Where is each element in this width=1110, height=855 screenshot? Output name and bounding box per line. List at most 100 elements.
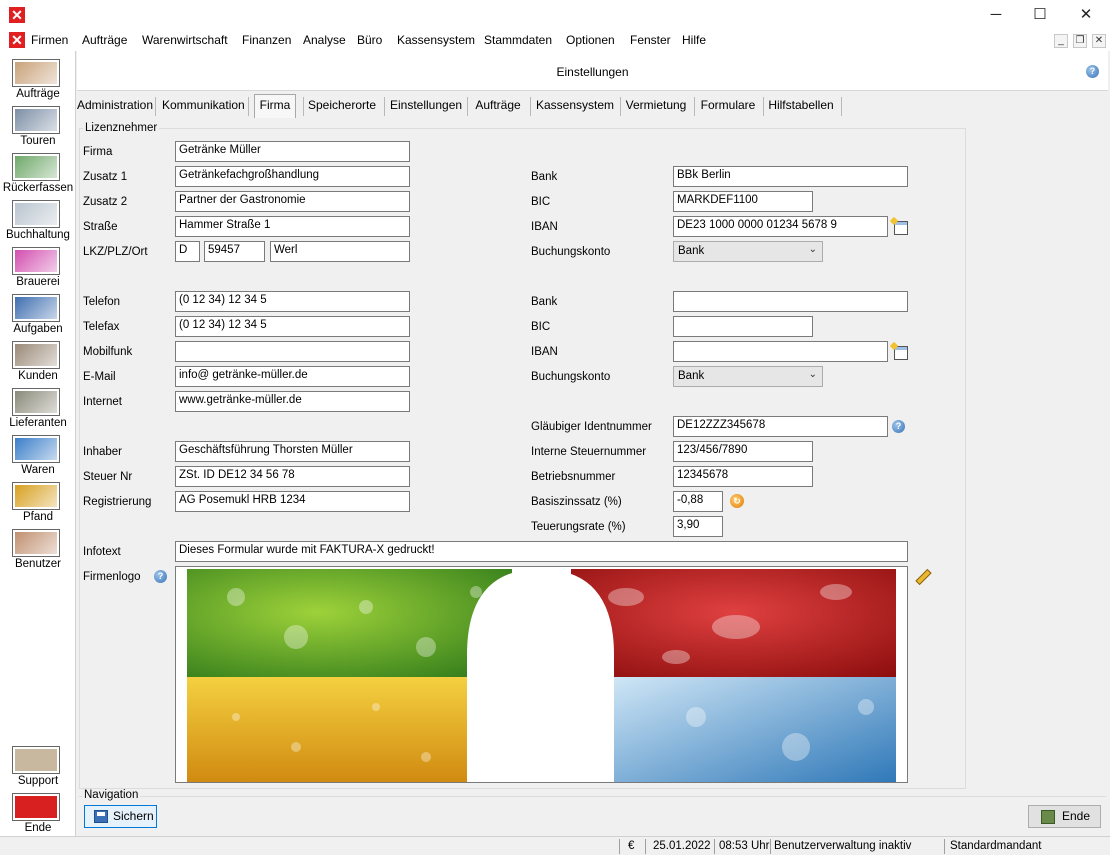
sidebar-item-ende[interactable]: Ende [0,790,76,836]
glaeubiger-help-icon[interactable]: ? [892,420,905,433]
betrieb-field[interactable]: 12345678 [673,466,813,487]
bic2-field[interactable] [673,316,813,337]
refresh-rate-icon[interactable]: ↻ [730,494,744,508]
menu-optionen[interactable]: Optionen [566,33,615,47]
goods-icon [12,435,60,463]
app-menu-icon[interactable]: ✕ [9,32,25,48]
sidebar-item-aufträge[interactable]: Aufträge [0,56,76,102]
zusatz1-field[interactable]: Getränkefachgroßhandlung [175,166,410,187]
sidebar-item-waren[interactable]: Waren [0,432,76,478]
tab-formulare[interactable]: Formulare [699,95,757,117]
sidebar-item-label: Benutzer [14,558,62,570]
tab-vermietung[interactable]: Vermietung [625,95,687,117]
iban1-field[interactable]: DE23 1000 0000 01234 5678 9 [673,216,888,237]
konto2-value: Bank [678,370,705,382]
sidebar-item-label: Touren [20,135,56,147]
save-button[interactable]: Sichern [84,805,157,828]
basis-field[interactable]: -0,88 [673,491,723,512]
mdi-close-button[interactable]: ✕ [1092,34,1106,48]
konto2-select[interactable]: Bank ⌄ [673,366,823,387]
sidebar-item-brauerei[interactable]: Brauerei [0,244,76,290]
ledger-magnifier-icon [12,200,60,228]
tab-administration[interactable]: Administration [77,95,153,117]
status-time: 08:53 Uhr [719,840,770,852]
registrierung-label: Registrierung [83,496,152,508]
status-divider [944,839,945,854]
bank2-field[interactable] [673,291,908,312]
sidebar-item-touren[interactable]: Touren [0,103,76,149]
edit-logo-pencil-icon[interactable] [914,567,930,583]
telefax-field[interactable]: (0 12 34) 12 34 5 [175,316,410,337]
tab-einstellungen[interactable]: Einstellungen [390,95,462,117]
steuernr-field[interactable]: 123/456/7890 [673,441,813,462]
internet-field[interactable]: www.getränke-müller.de [175,391,410,412]
tab-divider [763,97,764,116]
steuernr-label: Interne Steuernummer [531,446,647,458]
company-logo-image[interactable] [175,566,908,783]
tab-divider [620,97,621,116]
sidebar-item-rückerfassen[interactable]: Rückerfassen [0,150,76,196]
tab-divider [303,97,304,116]
ort-field[interactable]: Werl [270,241,410,262]
menu-auftraege[interactable]: Aufträge [82,33,127,47]
iban2-field[interactable] [673,341,888,362]
registrierung-field[interactable]: AG Posemukl HRB 1234 [175,491,410,512]
menu-hilfe[interactable]: Hilfe [682,33,706,47]
firma-field[interactable]: Getränke Müller [175,141,410,162]
brewery-icon [12,247,60,275]
bic1-field[interactable]: MARKDEF1100 [673,191,813,212]
sidebar-item-lieferanten[interactable]: Lieferanten [0,385,76,431]
logo-bottles-image [187,569,896,782]
tab-speicherorte[interactable]: Speicherorte [307,95,377,117]
inhaber-field[interactable]: Geschäftsführung Thorsten Müller [175,441,410,462]
help-icon[interactable]: ? [1086,65,1099,78]
maximize-button[interactable]: ☐ [1017,0,1063,30]
chevron-down-icon: ⌄ [808,244,817,255]
konto1-select[interactable]: Bank ⌄ [673,241,823,262]
end-button[interactable]: Ende [1028,805,1101,828]
menu-analyse[interactable]: Analyse [303,33,346,47]
tab-auftraege[interactable]: Aufträge [473,95,523,117]
status-currency: € [628,840,635,852]
tab-kassensystem[interactable]: Kassensystem [536,95,614,117]
strasse-field[interactable]: Hammer Straße 1 [175,216,410,237]
sidebar-item-aufgaben[interactable]: Aufgaben [0,291,76,337]
close-button[interactable]: ✕ [1063,0,1109,30]
menu-kassensystem[interactable]: Kassensystem [397,33,475,47]
lkz-field[interactable]: D [175,241,200,262]
logo-help-icon[interactable]: ? [154,570,167,583]
plz-field[interactable]: 59457 [204,241,265,262]
menu-buero[interactable]: Büro [357,33,382,47]
bank1-field[interactable]: BBk Berlin [673,166,908,187]
iban2-calculator-icon[interactable] [891,343,908,360]
tab-hilfstabellen[interactable]: Hilfstabellen [768,95,834,117]
sidebar-item-kunden[interactable]: Kunden [0,338,76,384]
tab-kommunikation[interactable]: Kommunikation [162,95,245,117]
menu-warenwirtschaft[interactable]: Warenwirtschaft [142,33,228,47]
email-field[interactable]: info@ getränke-müller.de [175,366,410,387]
mobil-field[interactable] [175,341,410,362]
mdi-restore-button[interactable]: ❐ [1073,34,1087,48]
menu-finanzen[interactable]: Finanzen [242,33,291,47]
sidebar-item-buchhaltung[interactable]: Buchhaltung [0,197,76,243]
infotext-field[interactable]: Dieses Formular wurde mit FAKTURA-X gedr… [175,541,908,562]
sidebar-item-label: Waren [21,464,55,476]
tab-firma[interactable]: Firma [254,94,296,118]
sidebar-item-pfand[interactable]: Pfand [0,479,76,525]
menu-firmen[interactable]: Firmen [31,33,68,47]
sidebar-item-benutzer[interactable]: Benutzer [0,526,76,572]
zusatz2-field[interactable]: Partner der Gastronomie [175,191,410,212]
steuer-field[interactable]: ZSt. ID DE12 34 56 78 [175,466,410,487]
telefon-field[interactable]: (0 12 34) 12 34 5 [175,291,410,312]
teuerung-field[interactable]: 3,90 [673,516,723,537]
mdi-minimize-button[interactable]: _ [1054,34,1068,48]
glaeubiger-field[interactable]: DE12ZZZ345678 [673,416,888,437]
menu-stammdaten[interactable]: Stammdaten [484,33,552,47]
floppy-disk-icon [94,810,108,823]
minimize-button[interactable]: ─ [973,0,1019,30]
iban1-calculator-icon[interactable] [891,218,908,235]
konto2-label: Buchungskonto [531,371,611,383]
menu-fenster[interactable]: Fenster [630,33,671,47]
headset-operator-icon [12,59,60,87]
sidebar-item-support[interactable]: Support [0,743,76,789]
